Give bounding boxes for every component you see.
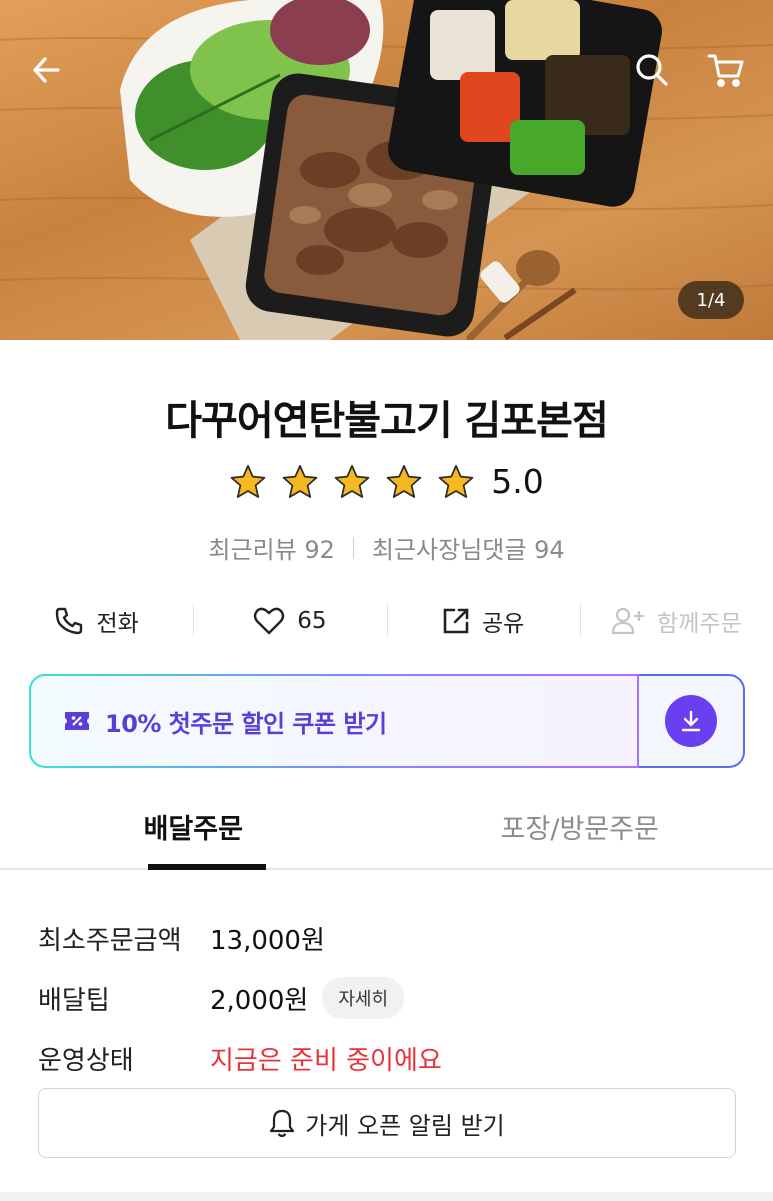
search-button[interactable] bbox=[630, 48, 674, 92]
rating-value: 5.0 bbox=[491, 462, 544, 501]
like-count: 65 bbox=[297, 608, 327, 634]
call-button[interactable]: 전화 bbox=[0, 600, 193, 642]
star-icon bbox=[282, 464, 318, 498]
group-order-label: 함께주문 bbox=[657, 611, 742, 637]
delivery-info: 최소주문금액 13,000원 배달팁 2,000원 자세히 운영상태 지금은 준… bbox=[38, 908, 738, 1088]
open-notification-button[interactable]: 가게 오픈 알림 받기 bbox=[38, 1088, 736, 1158]
star-icon bbox=[334, 464, 370, 498]
share-button[interactable]: 공유 bbox=[386, 600, 580, 642]
min-order-label: 최소주문금액 bbox=[38, 925, 182, 956]
like-button[interactable]: 65 bbox=[193, 600, 386, 642]
coupon-icon bbox=[65, 712, 89, 730]
status-label: 운영상태 bbox=[38, 1045, 134, 1076]
section-divider bbox=[0, 1192, 773, 1201]
coupon-label-area[interactable]: 10% 첫주문 할인 쿠폰 받기 bbox=[29, 674, 639, 768]
coupon-download-button[interactable] bbox=[639, 674, 745, 768]
star-icon bbox=[438, 464, 474, 498]
review-stats[interactable]: 최근리뷰 92 최근사장님댓글 94 bbox=[0, 530, 773, 565]
delivery-tip-label: 배달팁 bbox=[38, 985, 110, 1016]
phone-icon bbox=[56, 607, 83, 635]
min-order-row: 최소주문금액 13,000원 bbox=[38, 908, 738, 968]
cart-button[interactable] bbox=[704, 48, 748, 92]
status-value: 지금은 준비 중이에요 bbox=[210, 1045, 442, 1076]
delivery-tip-value: 2,000원 bbox=[210, 985, 309, 1016]
delivery-tip-row: 배달팁 2,000원 자세히 bbox=[38, 968, 738, 1028]
status-row: 운영상태 지금은 준비 중이에요 bbox=[38, 1028, 738, 1088]
heart-icon bbox=[254, 607, 285, 635]
min-order-value: 13,000원 bbox=[210, 925, 325, 956]
recent-reviews-link[interactable]: 최근리뷰 92 bbox=[208, 530, 335, 565]
group-order-button[interactable]: 함께주문 bbox=[579, 600, 773, 642]
star-icon bbox=[230, 464, 266, 498]
coupon-banner[interactable]: 10% 첫주문 할인 쿠폰 받기 bbox=[29, 674, 745, 768]
divider bbox=[352, 536, 354, 559]
share-icon bbox=[443, 608, 469, 634]
bell-icon bbox=[270, 1109, 295, 1138]
tab-pickup[interactable]: 포장/방문주문 bbox=[387, 790, 773, 868]
search-icon bbox=[636, 54, 668, 86]
tab-delivery[interactable]: 배달주문 bbox=[0, 790, 387, 870]
order-type-tabs: 배달주문 포장/방문주문 bbox=[0, 790, 773, 870]
back-button[interactable] bbox=[24, 48, 68, 92]
owner-replies-link[interactable]: 최근사장님댓글 94 bbox=[372, 530, 565, 565]
star-icon bbox=[386, 464, 422, 498]
delivery-tip-detail-button[interactable]: 자세히 bbox=[322, 977, 405, 1019]
action-bar: 전화 65 공유 함께주문 bbox=[0, 600, 773, 642]
coupon-text: 10% 첫주문 할인 쿠폰 받기 bbox=[105, 709, 387, 738]
notify-label: 가게 오픈 알림 받기 bbox=[305, 1111, 505, 1140]
cart-icon bbox=[707, 54, 744, 87]
share-label: 공유 bbox=[481, 611, 525, 637]
hero-image[interactable]: 1/4 bbox=[0, 0, 773, 340]
back-arrow-icon bbox=[33, 57, 60, 83]
image-pager: 1/4 bbox=[678, 281, 744, 319]
add-person-icon bbox=[611, 607, 645, 635]
download-icon bbox=[681, 710, 701, 732]
rating-row[interactable]: 5.0 bbox=[0, 462, 773, 501]
call-label: 전화 bbox=[96, 611, 139, 637]
store-name: 다꾸어연탄불고기 김포본점 bbox=[165, 398, 609, 444]
download-circle bbox=[665, 695, 717, 747]
star-rating bbox=[229, 463, 475, 501]
